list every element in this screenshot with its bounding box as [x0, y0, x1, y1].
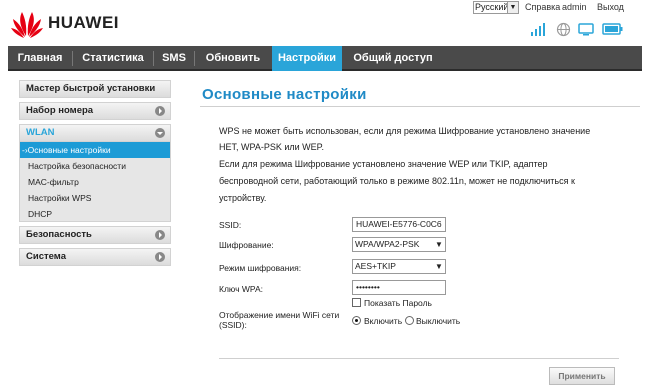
ssid-label: SSID:	[219, 220, 242, 230]
sidebar-item-label: Мастер быстрой установки	[26, 83, 156, 94]
encryption-mode-select[interactable]: AES+TKIP ▼	[352, 259, 446, 274]
encryption-select[interactable]: WPA/WPA2-PSK ▼	[352, 237, 446, 252]
info-text-line: НЕТ, WPA-PSK или WEP.	[219, 142, 324, 152]
sidebar-item-label: Система	[26, 251, 66, 262]
info-text-line: беспроводной сети, работающий только в р…	[219, 176, 575, 186]
nav-home[interactable]: Главная	[8, 46, 72, 71]
nav-settings[interactable]: Настройки	[272, 46, 342, 71]
help-link[interactable]: Справка	[525, 2, 560, 12]
nav-update[interactable]: Обновить	[195, 46, 271, 71]
logout-link[interactable]: Выход	[597, 2, 624, 12]
sidebar-item-label: WLAN	[26, 127, 55, 138]
encryption-mode-label: Режим шифрования:	[219, 263, 302, 273]
wpa-key-input[interactable]: ••••••••	[352, 280, 446, 295]
sidebar-item-security[interactable]: Безопасность	[19, 226, 171, 244]
sidebar: Мастер быстрой установки Набор номера WL…	[19, 80, 171, 270]
brand-name: HUAWEI	[48, 13, 119, 32]
encryption-mode-value: AES+TKIP	[355, 261, 396, 271]
sidebar-item-wlan[interactable]: WLAN	[19, 124, 171, 142]
broadcast-on-radio[interactable]	[352, 316, 361, 325]
collapse-arrow-icon	[155, 128, 165, 138]
ssid-broadcast-label: Отображение имени WiFi сети	[219, 310, 340, 320]
info-text-line: устройству.	[219, 193, 267, 203]
title-divider	[200, 106, 640, 107]
expand-arrow-icon	[155, 252, 165, 262]
show-password-label: Показать Пароль	[364, 298, 432, 308]
broadcast-on-label: Включить	[364, 316, 403, 326]
signal-strength-icon	[531, 23, 545, 36]
apply-button[interactable]: Применить	[549, 367, 615, 385]
globe-icon	[556, 22, 571, 37]
wpa-key-label: Ключ WPA:	[219, 284, 263, 294]
header: HUAWEI Русский ▼ Справка admin Выход	[0, 0, 650, 46]
chevron-down-icon: ▼	[433, 238, 445, 251]
encryption-label: Шифрование:	[219, 240, 274, 250]
page-title: Основные настройки	[202, 86, 367, 103]
main-nav: Главная Статистика SMS Обновить Настройк…	[8, 46, 642, 71]
info-text-line: Если для режима Шифрование установлено з…	[219, 159, 548, 169]
ssid-broadcast-label: (SSID):	[219, 320, 247, 330]
language-value: Русский	[475, 2, 509, 12]
huawei-logo-icon	[11, 12, 43, 38]
sidebar-item-label: Набор номера	[26, 105, 94, 116]
sidebar-item-dial[interactable]: Набор номера	[19, 102, 171, 120]
sidebar-subitem-wps[interactable]: Настройки WPS	[19, 190, 171, 206]
battery-icon	[602, 23, 623, 35]
language-select[interactable]: Русский ▼	[473, 1, 519, 14]
expand-arrow-icon	[155, 106, 165, 116]
broadcast-off-radio[interactable]	[405, 316, 414, 325]
expand-arrow-icon	[155, 230, 165, 240]
ssid-input[interactable]: HUAWEI-E5776-C0C6	[352, 217, 446, 232]
wifi-device-icon	[578, 23, 594, 36]
chevron-down-icon: ▼	[433, 260, 445, 273]
encryption-value: WPA/WPA2-PSK	[355, 239, 420, 249]
nav-sms[interactable]: SMS	[154, 46, 194, 71]
chevron-down-icon: ▼	[507, 2, 518, 13]
form-divider	[219, 358, 619, 359]
info-text-line: WPS не может быть использован, если для …	[219, 126, 591, 136]
show-password-checkbox[interactable]	[352, 298, 361, 307]
sidebar-subitem-mac-filter[interactable]: MAC-фильтр	[19, 174, 171, 190]
sidebar-subitem-basic-settings[interactable]: -›Основные настройки	[19, 142, 171, 158]
user-name: admin	[562, 2, 587, 12]
sidebar-subitem-dhcp[interactable]: DHCP	[19, 206, 171, 222]
sidebar-item-label: Безопасность	[26, 229, 92, 240]
nav-statistics[interactable]: Статистика	[73, 46, 153, 71]
nav-sharing[interactable]: Общий доступ	[343, 46, 443, 71]
sidebar-item-system[interactable]: Система	[19, 248, 171, 266]
sidebar-item-quick-setup[interactable]: Мастер быстрой установки	[19, 80, 171, 98]
sidebar-subitem-security-settings[interactable]: Настройка безопасности	[19, 158, 171, 174]
broadcast-off-label: Выключить	[416, 316, 461, 326]
